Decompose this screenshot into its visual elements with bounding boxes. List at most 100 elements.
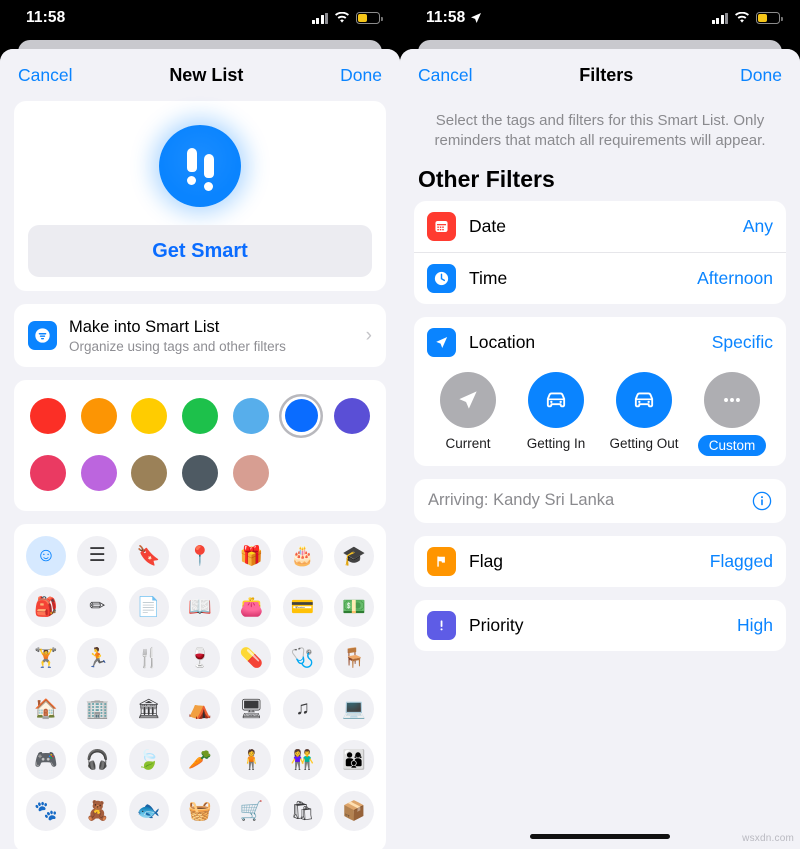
icon-option-leaf[interactable]: 🍃 bbox=[128, 739, 169, 780]
location-arrow-icon bbox=[427, 327, 456, 357]
icon-option-monitor[interactable]: 🖥 bbox=[231, 688, 272, 729]
make-into-smart-list-row[interactable]: Make into Smart List Organize using tags… bbox=[14, 304, 386, 367]
location-services-icon bbox=[471, 13, 482, 23]
filter-value-priority[interactable]: High bbox=[737, 615, 773, 636]
get-smart-button[interactable]: Get Smart bbox=[28, 225, 372, 277]
icon-option-running-person[interactable]: 🏃 bbox=[77, 637, 118, 678]
icon-row: ☺ ☰ 🔖 📍 🎁 🎂 🎓 bbox=[26, 535, 374, 576]
color-swatch-fill bbox=[30, 397, 66, 434]
make-smart-text: Make into Smart List Organize using tags… bbox=[69, 317, 354, 354]
icon-option-bank[interactable]: 🏛 bbox=[128, 688, 169, 729]
color-row-2 bbox=[26, 451, 374, 495]
color-swatch-blue[interactable] bbox=[279, 394, 323, 438]
right-content: Select the tags and filters for this Sma… bbox=[400, 101, 800, 651]
right-status-bar: 11:58 bbox=[400, 0, 800, 36]
filter-value-time[interactable]: Afternoon bbox=[697, 268, 773, 289]
icon-option-document[interactable]: 📄 bbox=[128, 586, 169, 627]
icon-option-credit-card[interactable]: 💳 bbox=[282, 586, 323, 627]
date-time-group: Date Any Time Afternoon bbox=[414, 200, 786, 304]
icon-option-music-note[interactable]: ♫ bbox=[282, 688, 323, 729]
icon-option-laptop[interactable]: 💻 bbox=[333, 688, 374, 729]
color-swatch-orange[interactable] bbox=[77, 394, 121, 438]
color-swatch-light-blue[interactable] bbox=[229, 394, 273, 438]
icon-option-graduation-cap[interactable]: 🎓 bbox=[333, 535, 374, 576]
icon-row: 🎮 🎧 🍃 🥕 🧍 👫 👨‍👩‍👦 bbox=[26, 739, 374, 780]
info-circle-icon[interactable] bbox=[752, 491, 772, 511]
icon-option-map-pin[interactable]: 📍 bbox=[179, 535, 220, 576]
icon-option-two-people[interactable]: 👫 bbox=[282, 739, 323, 780]
icon-option-backpack[interactable]: 🎒 bbox=[26, 586, 66, 627]
color-swatch-fill bbox=[181, 454, 218, 491]
icon-option-house[interactable]: 🏠 bbox=[26, 688, 66, 729]
filter-value-date[interactable]: Any bbox=[743, 216, 773, 237]
icon-option-fork-knife[interactable]: 🍴 bbox=[128, 637, 169, 678]
home-indicator[interactable] bbox=[530, 834, 670, 839]
location-option-caption: Getting In bbox=[516, 435, 596, 453]
icon-option-bench[interactable]: 🪑 bbox=[333, 637, 374, 678]
icon-option-gift[interactable]: 🎁 bbox=[231, 535, 272, 576]
location-option-getting-in[interactable]: Getting In bbox=[516, 371, 596, 456]
done-button[interactable]: Done bbox=[740, 65, 782, 86]
color-swatch-pink[interactable] bbox=[26, 451, 70, 495]
color-swatch-fill bbox=[80, 397, 117, 434]
color-swatch-fill bbox=[232, 397, 269, 434]
icon-option-tent[interactable]: ⛺ bbox=[179, 688, 220, 729]
color-swatch-brown[interactable] bbox=[127, 451, 171, 495]
location-option-getting-out[interactable]: Getting Out bbox=[604, 371, 684, 456]
icon-option-pencil-ruler[interactable]: ✏ bbox=[77, 586, 118, 627]
icon-option-bulleted-list[interactable]: ☰ bbox=[77, 535, 118, 576]
cancel-button[interactable]: Cancel bbox=[418, 65, 472, 86]
arriving-group: Arriving: Kandy Sri Lanka bbox=[414, 478, 786, 523]
icon-option-open-book[interactable]: 📖 bbox=[179, 586, 220, 627]
page-title: Filters bbox=[579, 64, 634, 85]
filter-value-location[interactable]: Specific bbox=[712, 332, 773, 353]
icon-option-headphones[interactable]: 🎧 bbox=[77, 739, 118, 780]
color-swatch-green[interactable] bbox=[178, 394, 222, 438]
icon-option-shopping-basket[interactable]: 🧺 bbox=[179, 790, 220, 831]
color-swatch-indigo[interactable] bbox=[330, 394, 374, 438]
icon-option-pills[interactable]: 💊 bbox=[231, 637, 272, 678]
filter-row-location[interactable]: Location Specific bbox=[414, 317, 786, 368]
icon-option-game-controller[interactable]: 🎮 bbox=[26, 739, 66, 780]
icon-option-carrot[interactable]: 🥕 bbox=[179, 739, 220, 780]
icon-option-dumbbell[interactable]: 🏋 bbox=[26, 637, 66, 678]
icon-option-wine-glass[interactable]: 🍷 bbox=[179, 637, 220, 678]
color-swatch-purple[interactable] bbox=[77, 451, 121, 495]
color-swatch-yellow[interactable] bbox=[127, 394, 171, 438]
location-option-custom[interactable]: Custom bbox=[692, 371, 772, 456]
icon-option-money[interactable]: 💵 bbox=[333, 586, 374, 627]
icon-option-smiley-face[interactable]: ☺ bbox=[26, 535, 66, 576]
filter-row-priority[interactable]: Priority High bbox=[414, 600, 786, 651]
filter-row-time[interactable]: Time Afternoon bbox=[414, 251, 786, 304]
location-option-current[interactable]: Current bbox=[428, 371, 508, 456]
icon-option-paw-print[interactable]: 🐾 bbox=[26, 790, 66, 831]
icon-option-three-people[interactable]: 👨‍👩‍👦 bbox=[333, 739, 374, 780]
color-swatch-slate[interactable] bbox=[178, 451, 222, 495]
screenshot-root: 11:58 Cancel New List Done Get Smart Mak… bbox=[0, 0, 800, 849]
filter-row-date[interactable]: Date Any bbox=[414, 201, 786, 252]
location-option-caption: Getting Out bbox=[604, 435, 684, 453]
right-navbar: Cancel Filters Done bbox=[400, 49, 800, 101]
icon-option-birthday-cake[interactable]: 🎂 bbox=[282, 535, 323, 576]
icon-option-person[interactable]: 🧍 bbox=[231, 739, 272, 780]
icon-option-shopping-bag[interactable]: 🛍 bbox=[282, 790, 323, 831]
location-option-caption-text: Current bbox=[445, 435, 491, 451]
color-swatch-fill bbox=[30, 454, 66, 491]
icon-option-wallet[interactable]: 👛 bbox=[231, 586, 272, 627]
color-swatch-red[interactable] bbox=[26, 394, 70, 438]
icon-option-shopping-cart[interactable]: 🛒 bbox=[231, 790, 272, 831]
navigation-arrow-icon bbox=[440, 371, 496, 428]
icon-option-bookmark[interactable]: 🔖 bbox=[128, 535, 169, 576]
icon-option-package[interactable]: 📦 bbox=[333, 790, 374, 831]
icon-option-teddy-bear[interactable]: 🧸 bbox=[77, 790, 118, 831]
filter-row-flag[interactable]: Flag Flagged bbox=[414, 536, 786, 587]
cancel-button[interactable]: Cancel bbox=[18, 65, 72, 86]
filter-value-flag[interactable]: Flagged bbox=[710, 551, 773, 572]
done-button[interactable]: Done bbox=[340, 65, 382, 86]
left-status-bar: 11:58 bbox=[0, 0, 400, 36]
icon-option-office-building[interactable]: 🏢 bbox=[77, 688, 118, 729]
color-swatch-salmon[interactable] bbox=[229, 451, 273, 495]
icon-option-fish[interactable]: 🐟 bbox=[128, 790, 169, 831]
arriving-row[interactable]: Arriving: Kandy Sri Lanka bbox=[414, 479, 786, 523]
icon-option-stethoscope[interactable]: 🩺 bbox=[282, 637, 323, 678]
